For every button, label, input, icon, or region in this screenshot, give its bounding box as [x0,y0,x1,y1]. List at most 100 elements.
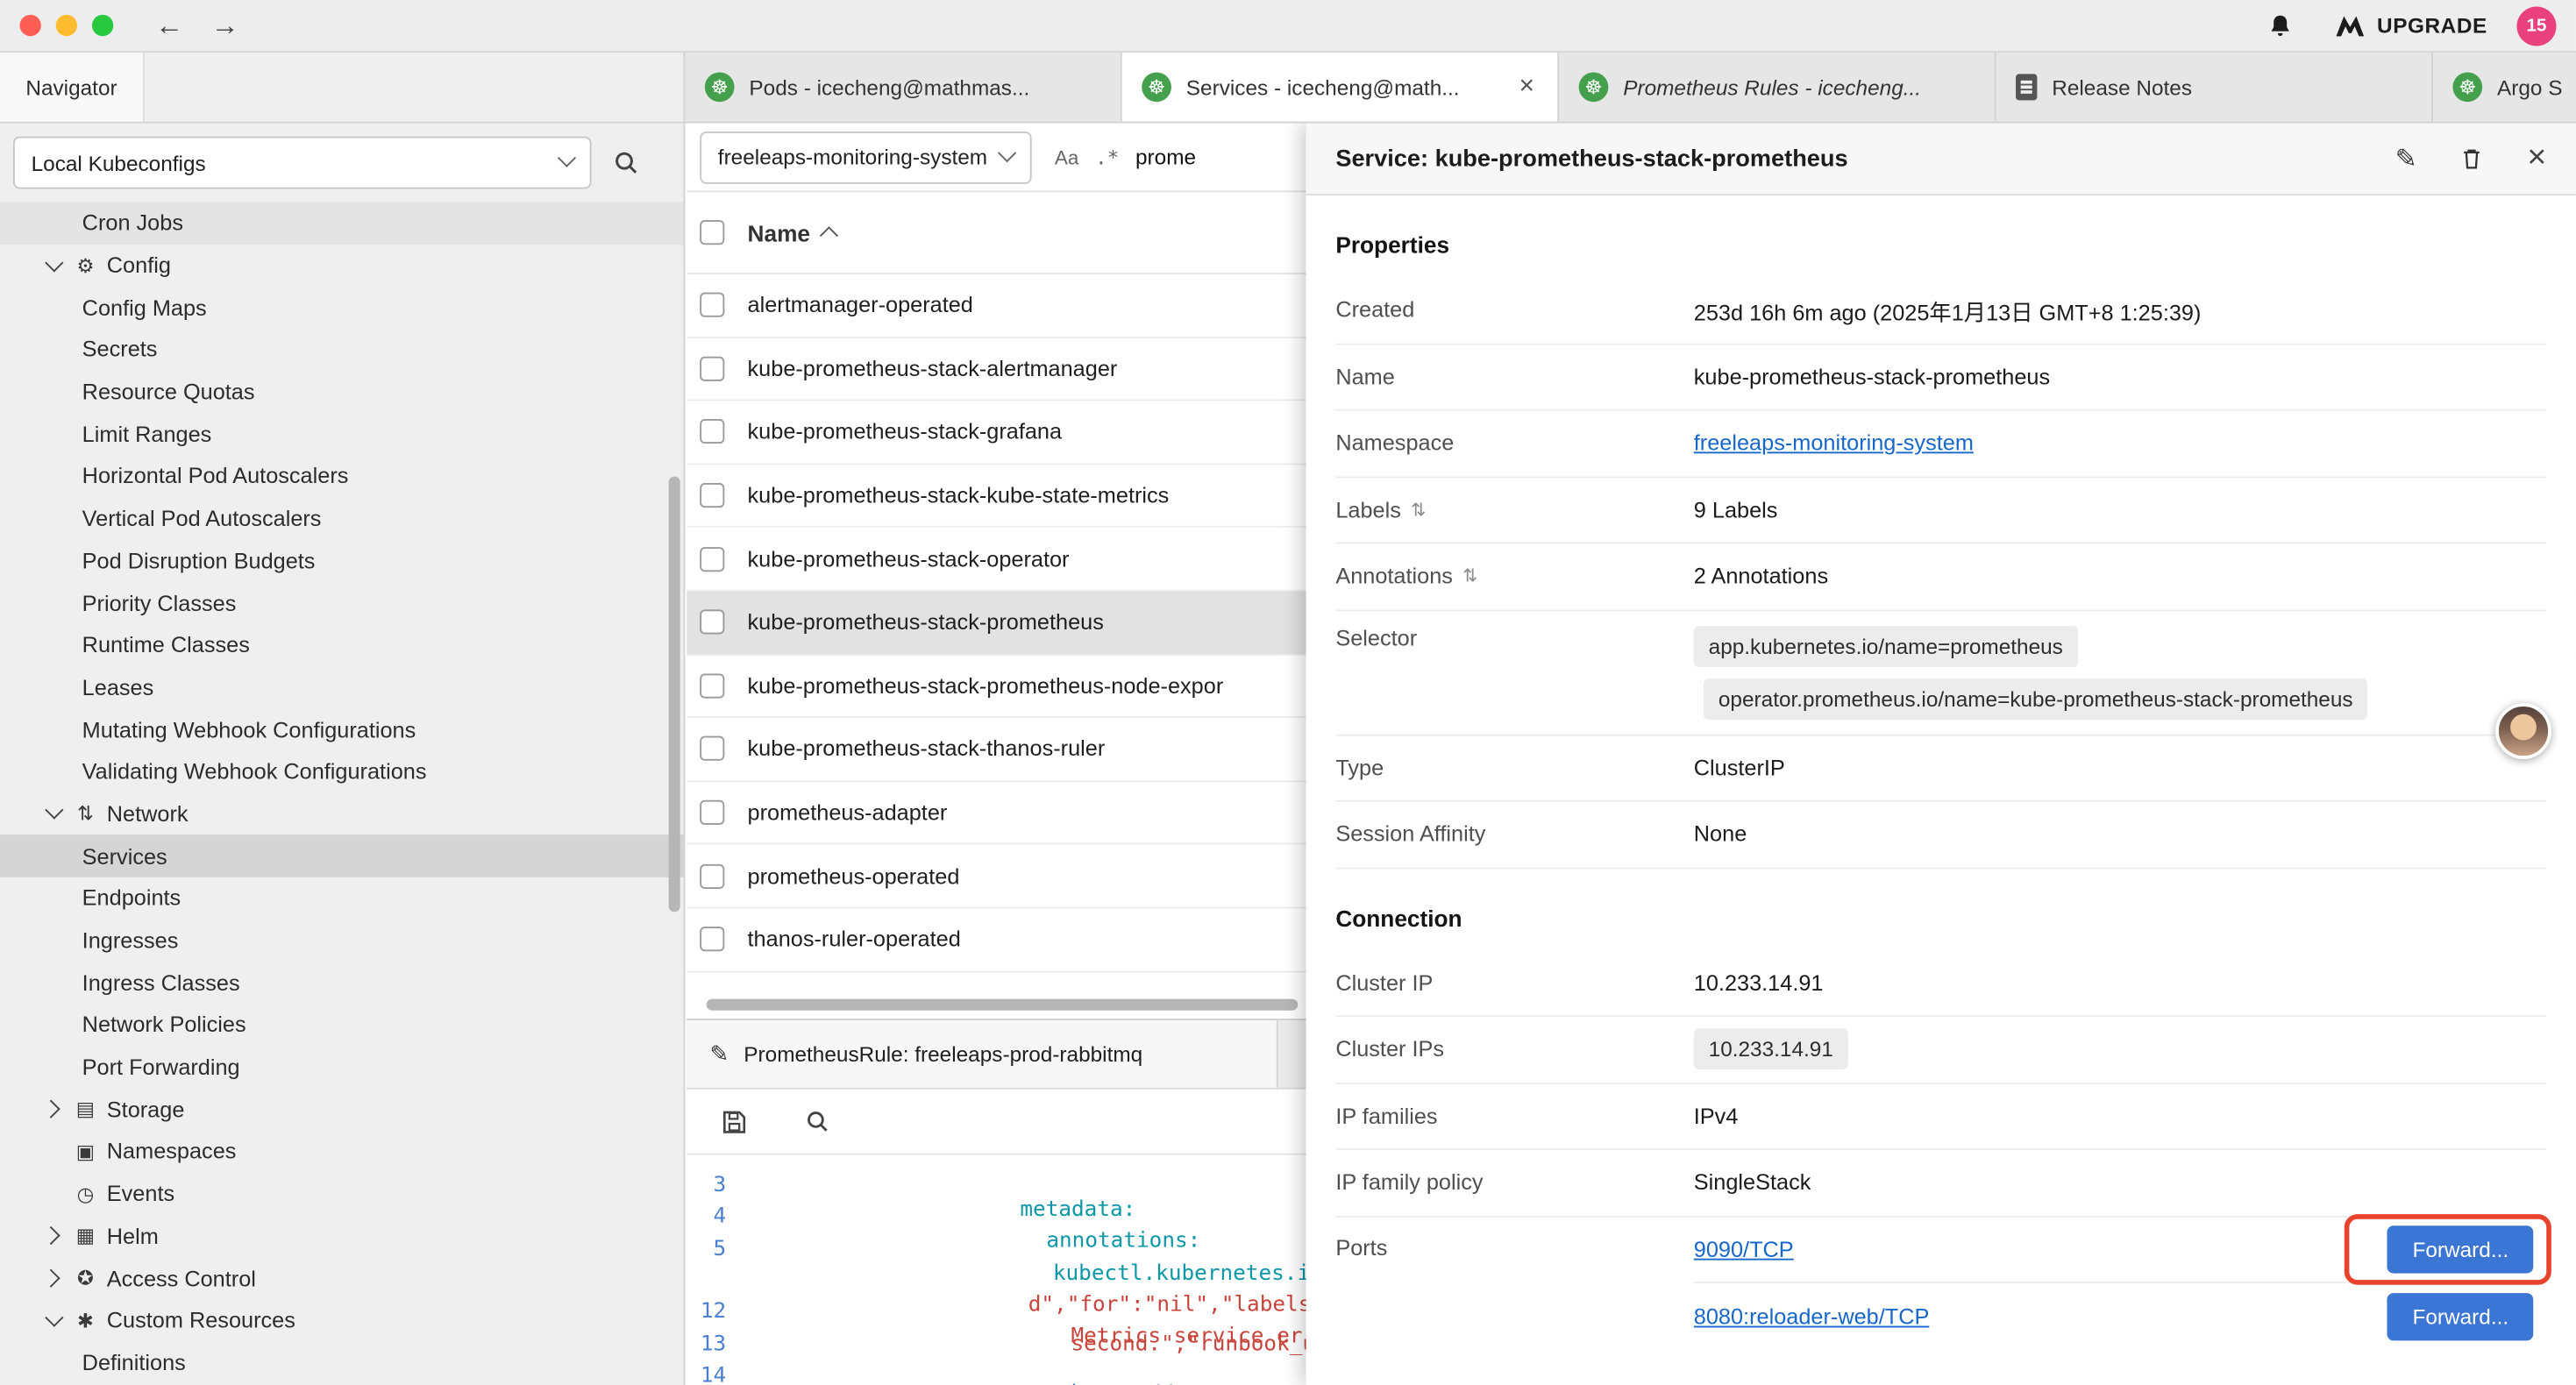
editor-tab[interactable]: ☸ Argo S × [2433,53,2576,122]
sidebar-item[interactable]: Cron Jobs [0,202,683,245]
sidebar-item[interactable]: ◷ Events [0,1173,683,1215]
close-tab-icon[interactable]: × [1516,72,1538,102]
sidebar-item[interactable]: Vertical Pod Autoscalers [0,498,683,540]
sidebar-item[interactable]: Secrets [0,329,683,371]
chevron-down-icon [998,143,1016,161]
sidebar-toolbar: Local Kubeconfigs [0,124,683,202]
expand-toggle-icon[interactable]: ⇅ [1462,565,1477,586]
sidebar-item[interactable]: ✱ Custom Resources [0,1299,683,1341]
sidebar-item-label: Config [107,253,171,278]
sidebar-item[interactable]: Endpoints [0,877,683,920]
sidebar-item[interactable]: ▣ Namespaces [0,1131,683,1173]
editor-tab[interactable]: ☸ Prometheus Rules - icecheng... × [1559,53,1996,122]
delete-trash-icon[interactable] [2460,146,2485,171]
close-panel-icon[interactable]: × [2527,139,2546,177]
expand-toggle-icon[interactable]: ⇅ [1411,499,1426,520]
expand-chevron-icon[interactable] [39,251,69,281]
sidebar-item-label: Helm [107,1224,159,1248]
namespace-select[interactable]: freeleaps-monitoring-system [700,131,1031,183]
window-zoom-button[interactable] [92,15,113,36]
editor-tab[interactable]: ☸ Pods - icecheng@mathmas... × [685,53,1121,122]
properties-section-title: Properties [1335,195,2546,278]
upgrade-button[interactable]: UPGRADE [2334,13,2487,38]
port-forward-button[interactable]: Forward... [2387,1225,2533,1273]
row-checkbox[interactable] [700,800,724,825]
sidebar-item[interactable]: Leases [0,666,683,708]
search-query[interactable]: prome [1135,145,1196,169]
sort-asc-icon[interactable] [820,225,838,244]
row-checkbox[interactable] [700,737,724,762]
tab-label: Argo S [2497,75,2576,99]
expand-chevron-icon[interactable] [39,1221,69,1251]
forward-button[interactable]: → [205,0,245,52]
expand-chevron-icon[interactable] [39,1306,69,1336]
save-icon[interactable] [709,1097,758,1146]
sidebar-nav: Cron Jobs ⚙ Config Config Maps [0,202,683,1385]
row-checkbox[interactable] [700,610,724,635]
sidebar-item[interactable]: Services [0,835,683,877]
regex-toggle[interactable]: .* [1095,146,1119,168]
sidebar-item[interactable]: ⚙ Config [0,245,683,287]
sidebar-item[interactable]: Network Policies [0,1004,683,1046]
expand-chevron-icon[interactable] [39,1179,69,1209]
row-checkbox[interactable] [700,357,724,381]
expand-chevron-icon[interactable] [39,1095,69,1125]
row-checkbox[interactable] [700,420,724,444]
port-link[interactable]: 8080:reloader-web/TCP [1694,1304,1930,1329]
sidebar-item[interactable]: Port Forwarding [0,1046,683,1088]
editor-tab[interactable]: ☸ Services - icecheng@math... × [1122,53,1559,122]
table-scrollbar[interactable] [707,999,1299,1011]
editor-tab[interactable]: Release Notes × [1996,53,2433,122]
name-column-header[interactable]: Name [748,219,810,245]
sidebar-item[interactable]: Limit Ranges [0,413,683,455]
window-minimize-button[interactable] [56,15,77,36]
sidebar-item[interactable]: ⇅ Network [0,793,683,835]
sidebar-item[interactable]: Config Maps [0,287,683,329]
row-checkbox[interactable] [700,483,724,508]
sidebar-item[interactable]: ▦ Helm [0,1215,683,1257]
sidebar-item[interactable]: Validating Webhook Configurations [0,750,683,792]
row-checkbox[interactable] [700,673,724,698]
editor-search-icon[interactable] [792,1097,841,1146]
search-icon[interactable] [601,138,651,187]
expand-chevron-icon[interactable] [39,799,69,829]
tab-label: Release Notes [2052,75,2411,99]
sidebar-item[interactable]: Resource Quotas [0,371,683,413]
window-close-button[interactable] [19,15,40,36]
sidebar-item[interactable]: Ingresses [0,920,683,962]
edit-icon[interactable]: ✎ [2395,142,2417,174]
sidebar-item[interactable]: Horizontal Pod Autoscalers [0,455,683,497]
sidebar-item-label: Endpoints [82,886,181,911]
avatar[interactable] [2495,703,2551,759]
namespace-link[interactable]: freeleaps-monitoring-system [1694,431,1974,456]
match-case-toggle[interactable]: Aa [1055,146,1079,168]
sidebar-item[interactable]: ✪ Access Control [0,1257,683,1299]
notifications-bell-icon[interactable] [2255,1,2304,50]
navigator-tab[interactable]: Navigator [0,53,145,122]
sidebar-item[interactable]: ▤ Storage [0,1089,683,1131]
sidebar-item[interactable]: Definitions [0,1341,683,1383]
select-all-checkbox[interactable] [700,220,724,245]
selector-badge: operator.prometheus.io/name=kube-prometh… [1704,678,2367,719]
port-row: 8080:reloader-web/TCP Forward... [1694,1283,2546,1350]
search-input[interactable]: Aa .* prome [1055,145,1196,169]
sidebar-item[interactable]: Ingress Classes [0,962,683,1004]
sidebar-item[interactable]: Pod Disruption Budgets [0,540,683,582]
sidebar-item[interactable]: Priority Classes [0,582,683,624]
kubeconfig-select[interactable]: Local Kubeconfigs [13,137,592,189]
row-checkbox[interactable] [700,547,724,572]
dock-tab[interactable]: ✎ PrometheusRule: freeleaps-prod-rabbitm… [687,1020,1278,1088]
port-link[interactable]: 9090/TCP [1694,1237,1794,1261]
sidebar-scrollbar[interactable] [669,477,680,913]
sidebar-item[interactable]: Runtime Classes [0,624,683,666]
port-forward-button[interactable]: Forward... [2387,1293,2533,1340]
expand-chevron-icon[interactable] [39,1137,69,1167]
expand-chevron-icon[interactable] [39,1263,69,1293]
row-checkbox[interactable] [700,293,724,317]
notification-badge[interactable]: 15 [2517,6,2557,46]
sidebar-item-label: Priority Classes [82,591,237,615]
row-checkbox[interactable] [700,927,724,952]
row-checkbox[interactable] [700,863,724,888]
back-button[interactable]: ← [150,0,189,52]
sidebar-item[interactable]: Mutating Webhook Configurations [0,708,683,750]
